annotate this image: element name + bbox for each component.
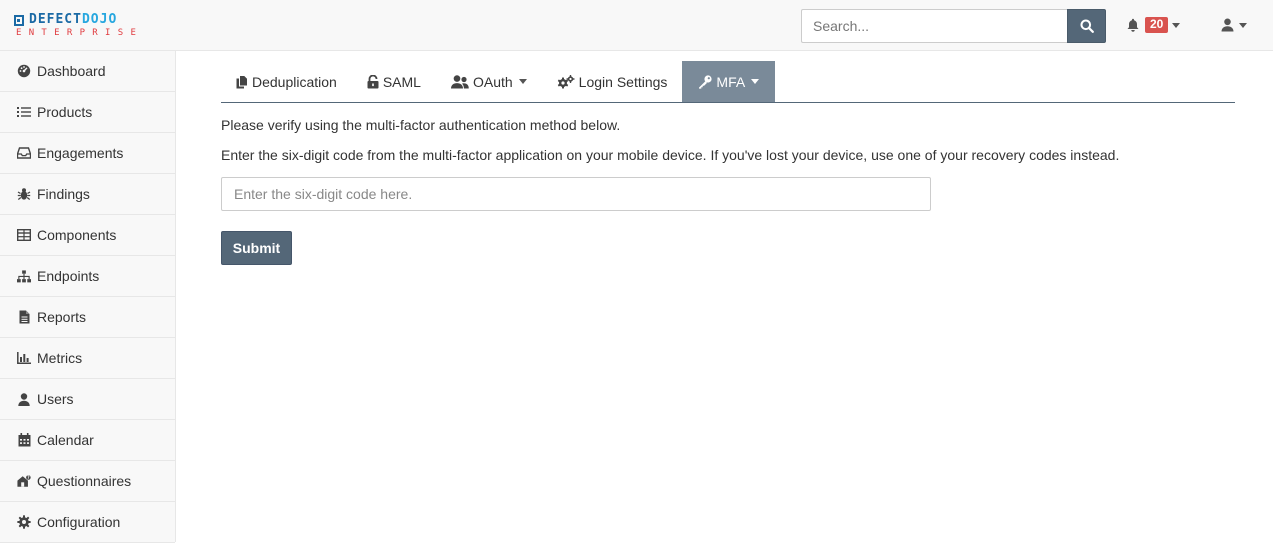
unlock-icon	[367, 74, 379, 89]
tab-login-settings[interactable]: Login Settings	[542, 61, 683, 102]
sidebar-item-metrics[interactable]: Metrics	[0, 338, 175, 379]
search-form	[801, 9, 1106, 43]
sidebar-item-calendar[interactable]: Calendar	[0, 420, 175, 461]
calendar-icon	[17, 433, 31, 447]
sidebar-item-components[interactable]: Components	[0, 215, 175, 256]
copy-icon	[236, 74, 248, 89]
chevron-down-icon	[1172, 22, 1181, 28]
chevron-down-icon	[518, 79, 527, 84]
sidebar-item-dashboard[interactable]: Dashboard	[0, 51, 175, 92]
sidebar-item-label: Products	[37, 104, 93, 120]
gear-icon	[17, 515, 31, 529]
sidebar-item-label: Questionnaires	[37, 473, 132, 489]
submit-button[interactable]: Submit	[221, 231, 292, 265]
list-icon	[17, 105, 31, 119]
bug-icon	[17, 187, 31, 201]
sidebar: Dashboard Products Engagements Findings …	[0, 51, 176, 543]
search-button[interactable]	[1067, 9, 1106, 43]
user-menu-dropdown[interactable]	[1221, 18, 1247, 32]
settings-tabs: Deduplication SAML OAuth Login Settings	[221, 51, 1235, 103]
tab-deduplication[interactable]: Deduplication	[221, 61, 352, 102]
tab-saml[interactable]: SAML	[352, 61, 436, 102]
key-icon	[698, 74, 713, 89]
chevron-down-icon	[751, 79, 760, 84]
mfa-instructions-text: Enter the six-digit code from the multi-…	[221, 147, 1120, 163]
sidebar-item-findings[interactable]: Findings	[0, 174, 175, 215]
sidebar-item-label: Dashboard	[37, 63, 106, 79]
user-icon	[1221, 18, 1234, 32]
sidebar-item-label: Metrics	[37, 350, 83, 366]
sidebar-item-products[interactable]: Products	[0, 92, 175, 133]
sidebar-item-label: Reports	[37, 309, 87, 325]
tab-mfa[interactable]: MFA	[682, 61, 776, 102]
bell-icon	[1127, 18, 1139, 32]
sidebar-item-label: Calendar	[37, 432, 94, 448]
main-content: Deduplication SAML OAuth Login Settings	[221, 51, 1235, 265]
mfa-intro-text: Please verify using the multi-factor aut…	[221, 117, 621, 133]
sidebar-item-engagements[interactable]: Engagements	[0, 133, 175, 174]
table-icon	[17, 228, 31, 242]
sidebar-item-users[interactable]: Users	[0, 379, 175, 420]
gears-icon	[557, 74, 575, 89]
dashboard-icon	[17, 64, 31, 78]
inbox-icon	[17, 146, 31, 160]
user-icon	[17, 392, 31, 406]
sidebar-item-label: Components	[37, 227, 117, 243]
sidebar-item-label: Findings	[37, 186, 90, 202]
logo-mark-icon	[14, 14, 24, 26]
sidebar-item-label: Configuration	[37, 514, 121, 530]
notification-count-badge: 20	[1145, 17, 1169, 33]
sidebar-item-configuration[interactable]: Configuration	[0, 502, 175, 543]
top-navbar: DEFECTDOJO ENTERPRISE 20	[0, 0, 1273, 51]
sidebar-item-label: Users	[37, 391, 74, 407]
sidebar-item-reports[interactable]: Reports	[0, 297, 175, 338]
chevron-down-icon	[1239, 22, 1247, 28]
bar-chart-icon	[17, 351, 31, 365]
mfa-code-input[interactable]	[221, 177, 931, 211]
search-icon	[1080, 19, 1094, 33]
sidebar-item-endpoints[interactable]: Endpoints	[0, 256, 175, 297]
sidebar-item-questionnaires[interactable]: ? Questionnaires	[0, 461, 175, 502]
users-icon	[450, 74, 469, 89]
search-input[interactable]	[801, 9, 1067, 43]
sidebar-item-label: Endpoints	[37, 268, 100, 284]
questionnaire-icon: ?	[17, 474, 31, 488]
tab-oauth[interactable]: OAuth	[436, 61, 542, 102]
file-icon	[17, 310, 31, 324]
notifications-dropdown[interactable]: 20	[1127, 17, 1181, 33]
defectdojo-logo[interactable]: DEFECTDOJO ENTERPRISE	[14, 13, 154, 38]
sidebar-item-label: Engagements	[37, 145, 124, 161]
sitemap-icon	[17, 269, 31, 283]
